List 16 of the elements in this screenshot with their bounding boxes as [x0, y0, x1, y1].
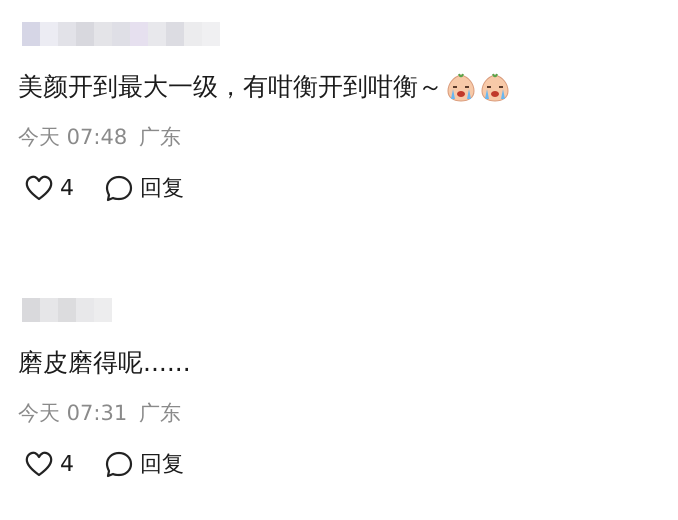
like-button[interactable]: 4 — [24, 174, 74, 202]
comment-time: 今天 07:31 — [18, 400, 128, 427]
heart-icon — [24, 174, 54, 202]
heart-icon — [24, 450, 54, 478]
comment-time: 今天 07:48 — [18, 124, 128, 151]
crying-face-icon — [479, 70, 511, 102]
comment-text: 美颜开到最大一级，有咁衡开到咁衡～ — [18, 71, 443, 103]
reply-button[interactable]: 回复 — [104, 449, 184, 479]
reply-button[interactable]: 回复 — [104, 173, 184, 203]
comment-location: 广东 — [139, 400, 182, 427]
crying-face-icon — [445, 70, 477, 102]
like-button[interactable]: 4 — [24, 450, 74, 478]
comment-text: 磨皮磨得呢...... — [18, 347, 191, 379]
speech-bubble-icon — [104, 174, 134, 202]
speech-bubble-icon — [104, 450, 134, 478]
comment-location: 广东 — [139, 124, 182, 151]
